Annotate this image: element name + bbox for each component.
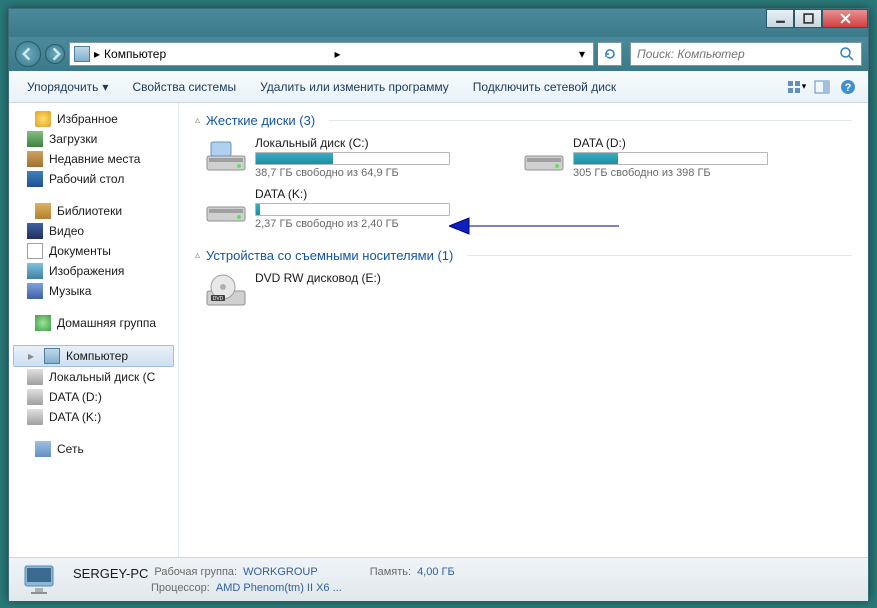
computer-icon xyxy=(44,348,60,364)
preview-pane-button[interactable] xyxy=(810,75,834,99)
svg-text:?: ? xyxy=(845,82,852,94)
drive-label: Локальный диск (C:) xyxy=(255,136,505,150)
minimize-button[interactable] xyxy=(766,9,794,28)
hard-drive-icon xyxy=(523,136,565,176)
free-space-label: 2,37 ГБ свободно из 2,40 ГБ xyxy=(255,218,505,230)
drive-icon xyxy=(27,369,43,385)
navigation-pane: Избранное Загрузки Недавние места Рабочи… xyxy=(9,103,179,557)
sidebar-desktop[interactable]: Рабочий стол xyxy=(9,169,178,189)
close-button[interactable] xyxy=(822,9,868,28)
sidebar-documents[interactable]: Документы xyxy=(9,241,178,261)
free-space-label: 38,7 ГБ свободно из 64,9 ГБ xyxy=(255,167,505,179)
sidebar-drive-c[interactable]: Локальный диск (C xyxy=(9,367,178,387)
drive-item[interactable]: Локальный диск (C:) 38,7 ГБ свободно из … xyxy=(205,136,505,179)
titlebar xyxy=(9,9,868,37)
drive-item[interactable]: DATA (K:) 2,37 ГБ свободно из 2,40 ГБ xyxy=(205,187,505,230)
chevron-down-icon: ▵ xyxy=(195,250,200,261)
computer-icon xyxy=(74,46,90,62)
chevron-down-icon: ▵ xyxy=(195,115,200,126)
capacity-bar xyxy=(255,203,450,216)
drive-label: DVD RW дисковод (E:) xyxy=(255,271,505,285)
maximize-button[interactable] xyxy=(794,9,822,28)
system-properties-button[interactable]: Свойства системы xyxy=(122,76,246,98)
group-removable[interactable]: ▵ Устройства со съемными носителями (1) xyxy=(195,248,852,263)
music-icon xyxy=(27,283,43,299)
refresh-button[interactable] xyxy=(598,42,622,66)
desktop-icon xyxy=(27,171,43,187)
explorer-window: ▸ Компьютер ▸ ▾ Упорядочить▾ Свойства си… xyxy=(8,8,869,600)
drive-label: DATA (D:) xyxy=(573,136,823,150)
capacity-bar xyxy=(255,152,450,165)
drive-item[interactable]: DVD DVD RW дисковод (E:) xyxy=(205,271,505,311)
map-drive-button[interactable]: Подключить сетевой диск xyxy=(463,76,626,98)
breadcrumb-sep: ▸ xyxy=(94,47,100,61)
sidebar-homegroup[interactable]: Домашняя группа xyxy=(9,313,178,333)
content-pane: ▵ Жесткие диски (3) Локальный диск (C:) … xyxy=(179,103,868,557)
breadcrumb-sep: ▸ xyxy=(335,47,341,61)
drive-item[interactable]: DATA (D:) 305 ГБ свободно из 398 ГБ xyxy=(523,136,823,179)
help-button[interactable]: ? xyxy=(836,75,860,99)
address-dropdown[interactable]: ▾ xyxy=(575,47,589,61)
computer-icon xyxy=(21,564,61,596)
network-icon xyxy=(35,441,51,457)
sidebar-network[interactable]: Сеть xyxy=(9,439,178,459)
cpu-value: AMD Phenom(tm) II X6 ... xyxy=(216,582,342,594)
address-bar[interactable]: ▸ Компьютер ▸ ▾ xyxy=(69,42,594,66)
free-space-label: 305 ГБ свободно из 398 ГБ xyxy=(573,167,823,179)
drive-label: DATA (K:) xyxy=(255,187,505,201)
organize-menu[interactable]: Упорядочить▾ xyxy=(17,76,118,98)
sidebar-pictures[interactable]: Изображения xyxy=(9,261,178,281)
search-icon xyxy=(839,46,855,62)
libraries-icon xyxy=(35,203,51,219)
search-box[interactable] xyxy=(630,42,862,66)
forward-button[interactable] xyxy=(45,44,65,64)
search-input[interactable] xyxy=(637,47,835,61)
nav-bar: ▸ Компьютер ▸ ▾ xyxy=(9,37,868,71)
computer-name: SERGEY-PC xyxy=(73,566,148,581)
sidebar-favorites[interactable]: Избранное xyxy=(9,109,178,129)
sidebar-drive-d[interactable]: DATA (D:) xyxy=(9,387,178,407)
pictures-icon xyxy=(27,263,43,279)
sidebar-downloads[interactable]: Загрузки xyxy=(9,129,178,149)
group-hard-drives[interactable]: ▵ Жесткие диски (3) xyxy=(195,113,852,128)
view-options-button[interactable]: ▾ xyxy=(784,75,808,99)
hard-drive-icon xyxy=(205,136,247,176)
sidebar-drive-k[interactable]: DATA (K:) xyxy=(9,407,178,427)
toolbar: Упорядочить▾ Свойства системы Удалить ил… xyxy=(9,71,868,103)
video-icon xyxy=(27,223,43,239)
dvd-drive-icon: DVD xyxy=(205,271,247,311)
sidebar-computer[interactable]: ▸Компьютер xyxy=(13,345,174,367)
back-button[interactable] xyxy=(15,41,41,67)
hard-drive-icon xyxy=(205,187,247,227)
drive-icon xyxy=(27,409,43,425)
svg-text:DVD: DVD xyxy=(213,296,224,302)
sidebar-libraries[interactable]: Библиотеки xyxy=(9,201,178,221)
document-icon xyxy=(27,243,43,259)
sidebar-music[interactable]: Музыка xyxy=(9,281,178,301)
sidebar-videos[interactable]: Видео xyxy=(9,221,178,241)
star-icon xyxy=(35,111,51,127)
details-pane: SERGEY-PC Рабочая группа: WORKGROUP Памя… xyxy=(9,557,868,601)
drive-icon xyxy=(27,389,43,405)
homegroup-icon xyxy=(35,315,51,331)
memory-value: 4,00 ГБ xyxy=(417,566,455,581)
recent-icon xyxy=(27,151,43,167)
workgroup-value: WORKGROUP xyxy=(243,566,318,581)
capacity-bar xyxy=(573,152,768,165)
breadcrumb-text: Компьютер xyxy=(104,47,330,61)
sidebar-recent[interactable]: Недавние места xyxy=(9,149,178,169)
downloads-icon xyxy=(27,131,43,147)
uninstall-button[interactable]: Удалить или изменить программу xyxy=(250,76,459,98)
